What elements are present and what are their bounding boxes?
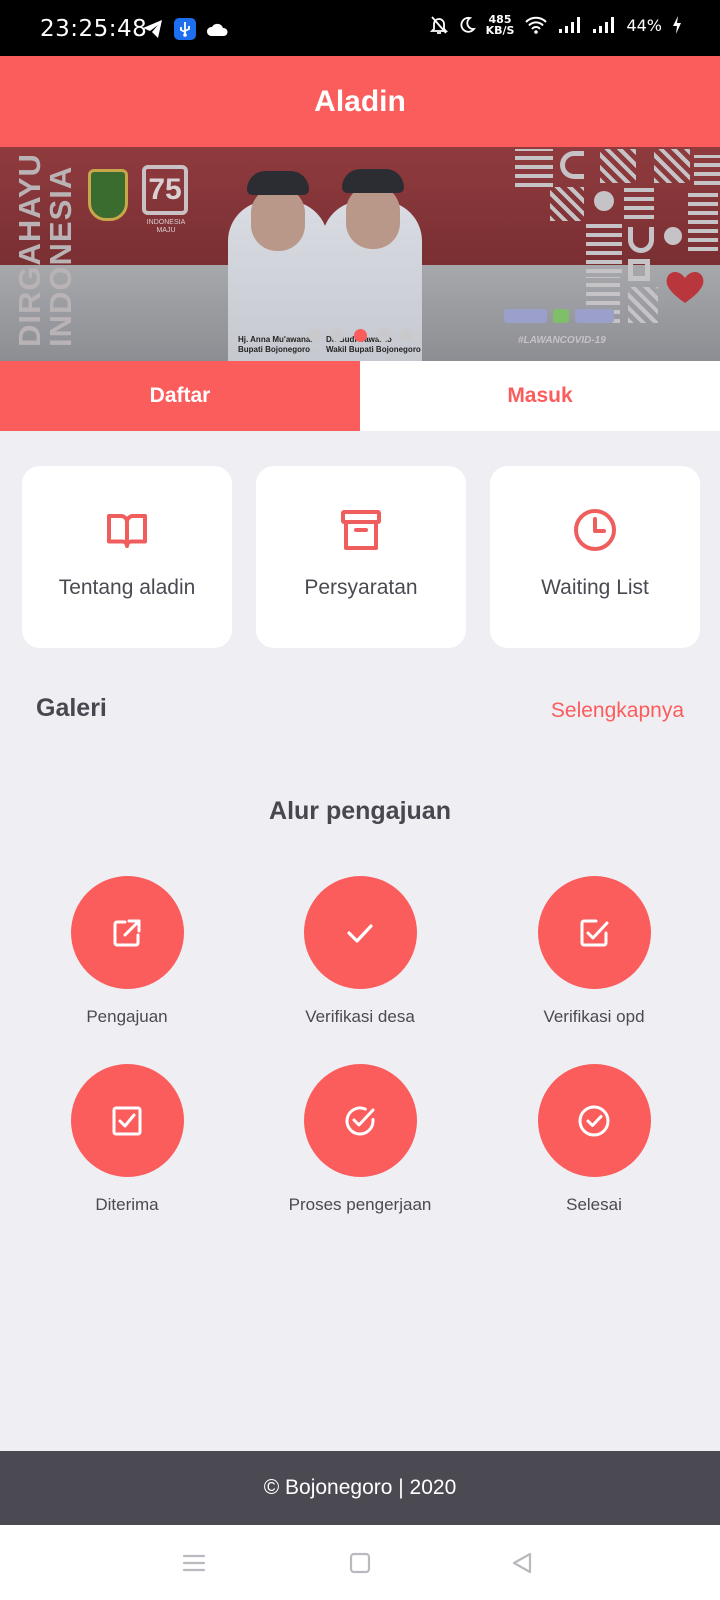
step-verifikasi-desa[interactable]: Verifikasi desa	[243, 876, 477, 1027]
carousel-dot[interactable]	[376, 329, 390, 342]
step-diterima[interactable]: Diterima	[10, 1064, 244, 1215]
carousel-dot[interactable]	[330, 329, 344, 342]
check-circle-open-icon	[345, 1105, 375, 1135]
deco-pattern	[560, 151, 584, 179]
sponsor-logo-icon	[504, 309, 548, 323]
person-left-head	[251, 187, 305, 251]
step-circle	[70, 1064, 184, 1177]
system-nav-bar	[0, 1525, 720, 1600]
feature-cards: Tentang aladin Persyaratan Waiting List	[22, 466, 700, 648]
card-label: Waiting List	[541, 576, 649, 599]
deco-pattern	[694, 155, 720, 185]
tab-masuk[interactable]: Masuk	[360, 361, 720, 431]
card-waiting-list[interactable]: Waiting List	[490, 466, 700, 648]
regency-emblem-icon	[88, 169, 128, 221]
auth-tabs: Daftar Masuk	[0, 361, 720, 431]
banner-vertical-text: DIRGAHAYU INDONESIA	[12, 153, 78, 347]
person-left-cap	[247, 171, 309, 195]
step-circle	[303, 1064, 417, 1177]
footer: © Bojonegoro | 2020	[0, 1451, 720, 1525]
deco-pattern	[654, 149, 690, 183]
telegram-icon	[143, 20, 162, 38]
logo-caption: INDONESIA MAJU	[146, 219, 186, 234]
signal-icon	[593, 17, 615, 33]
deco-pattern	[515, 149, 553, 187]
step-proses-pengerjaan[interactable]: Proses pengerjaan	[243, 1064, 477, 1215]
charging-icon	[673, 16, 681, 34]
card-label: Tentang aladin	[58, 576, 196, 599]
deco-pattern	[628, 287, 658, 323]
carousel-indicators	[0, 329, 720, 342]
app-title: Aladin	[314, 84, 406, 118]
home-icon[interactable]	[349, 1552, 371, 1574]
deco-pattern	[688, 191, 718, 251]
card-persyaratan[interactable]: Persyaratan	[256, 466, 466, 648]
step-circle	[70, 876, 184, 989]
back-icon[interactable]	[510, 1551, 534, 1575]
deco-pattern	[600, 149, 636, 183]
deco-pattern	[594, 191, 614, 211]
step-label: Pengajuan	[86, 1007, 168, 1026]
person-right-cap	[342, 169, 404, 193]
menu-icon[interactable]	[182, 1553, 206, 1573]
step-label: Verifikasi desa	[305, 1007, 415, 1026]
step-circle	[537, 876, 651, 989]
deco-pattern	[628, 259, 650, 281]
deco-pattern	[624, 185, 654, 219]
galeri-more-link[interactable]: Selengkapnya	[551, 699, 684, 723]
carousel-dot-active[interactable]	[353, 329, 367, 342]
usb-icon	[174, 18, 196, 40]
galeri-heading: Galeri	[36, 694, 107, 722]
sponsor-logo-icon	[553, 309, 569, 323]
moon-icon	[460, 16, 476, 33]
mute-icon	[429, 16, 448, 34]
step-pengajuan[interactable]: Pengajuan	[10, 876, 244, 1027]
signal-icon	[559, 17, 581, 33]
heart-logo-icon	[666, 272, 704, 303]
step-label: Proses pengerjaan	[288, 1195, 432, 1214]
edit-check-icon	[580, 919, 609, 946]
step-circle	[303, 876, 417, 989]
card-tentang-aladin[interactable]: Tentang aladin	[22, 466, 232, 648]
step-circle	[537, 1064, 651, 1177]
clock-icon	[574, 509, 616, 551]
sponsor-logos	[504, 307, 615, 325]
step-verifikasi-opd[interactable]: Verifikasi opd	[477, 876, 711, 1027]
status-icons-right: 485 KB/S 44%	[429, 13, 682, 37]
deco-pattern	[586, 223, 622, 273]
status-time: 23:25:48	[40, 16, 148, 42]
app-header: Aladin	[0, 56, 720, 147]
status-bar: 23:25:48 485 KB/S 44%	[0, 0, 720, 56]
step-selesai[interactable]: Selesai	[477, 1064, 711, 1215]
card-label: Persyaratan	[304, 576, 418, 599]
step-label: Selesai	[566, 1195, 622, 1214]
book-icon	[107, 514, 147, 548]
step-label: Verifikasi opd	[543, 1007, 645, 1026]
check-icon	[347, 923, 373, 943]
deco-pattern	[550, 187, 584, 221]
battery-percent: 44%	[626, 15, 662, 35]
check-circle-icon	[578, 1105, 610, 1136]
status-icons-left	[142, 18, 228, 40]
checkbox-icon	[112, 1106, 142, 1135]
alur-heading: Alur pengajuan	[269, 797, 451, 825]
footer-text: © Bojonegoro | 2020	[263, 1476, 457, 1499]
wifi-icon	[525, 16, 548, 34]
carousel-dot[interactable]	[399, 329, 413, 342]
step-label: Diterima	[95, 1195, 159, 1214]
deco-pattern	[628, 227, 654, 253]
person-right-head	[346, 185, 400, 249]
sponsor-logo-icon	[574, 309, 615, 323]
cloud-icon	[206, 23, 228, 36]
net-speed: 485 KB/S	[485, 13, 515, 37]
carousel-dot[interactable]	[307, 329, 321, 342]
tab-daftar[interactable]: Daftar	[0, 361, 360, 431]
deco-pattern	[664, 227, 682, 245]
archive-icon	[341, 510, 381, 550]
logo-75-icon: 75	[142, 165, 188, 215]
external-link-icon	[113, 919, 141, 946]
